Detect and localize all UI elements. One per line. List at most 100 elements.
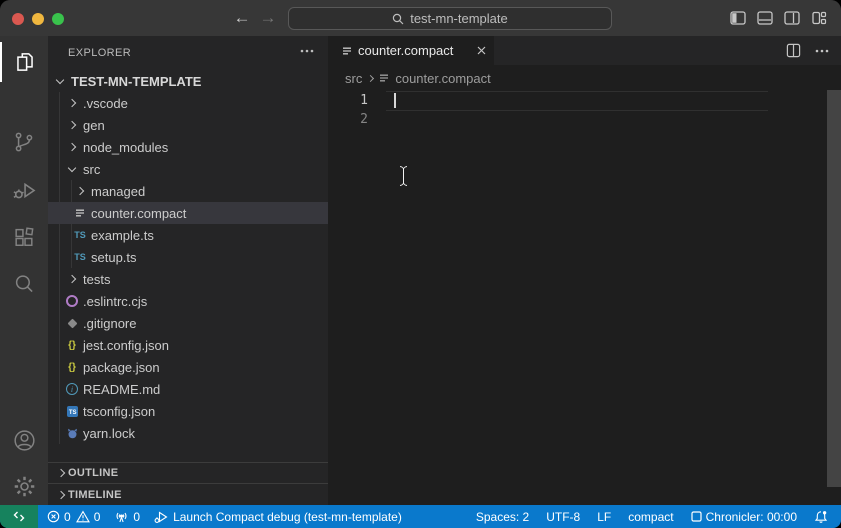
tree-item-gen[interactable]: gen — [48, 114, 328, 136]
chevron-right-icon — [64, 95, 80, 111]
toggle-primary-sidebar-icon[interactable] — [730, 11, 746, 25]
split-editor-icon[interactable] — [786, 43, 801, 58]
indentation-indicator[interactable]: Spaces: 2 — [476, 510, 529, 524]
debug-launch-button[interactable]: Launch Compact debug (test-mn-template) — [154, 510, 402, 524]
warning-icon — [76, 510, 90, 523]
tree-item-src[interactable]: src — [48, 158, 328, 180]
debug-icon — [11, 177, 38, 204]
explorer-header: EXPLORER — [48, 36, 328, 70]
extensions-icon — [12, 226, 37, 251]
tree-item-example-ts[interactable]: TSexample.ts — [48, 224, 328, 246]
json-icon: {} — [64, 359, 80, 375]
code-line: 1 — [328, 91, 841, 110]
debug-start-icon — [154, 510, 169, 524]
tree-item-node-modules[interactable]: node_modules — [48, 136, 328, 158]
toggle-secondary-sidebar-icon[interactable] — [784, 11, 800, 25]
activity-bar — [0, 36, 48, 505]
settings-button[interactable] — [0, 466, 48, 506]
accounts-button[interactable] — [0, 420, 48, 460]
tree-item-eslintrc[interactable]: .eslintrc.cjs — [48, 290, 328, 312]
search-tab[interactable] — [0, 264, 48, 304]
tree-item-root[interactable]: TEST-MN-TEMPLATE — [48, 70, 328, 92]
tree-item-package-json[interactable]: {}package.json — [48, 356, 328, 378]
tree-item-label: src — [83, 162, 100, 177]
remote-icon — [12, 510, 26, 523]
tree-item-label: example.ts — [91, 228, 154, 243]
language-mode-indicator[interactable]: compact — [628, 510, 673, 524]
encoding-indicator[interactable]: UTF-8 — [546, 510, 580, 524]
gear-icon — [11, 473, 38, 500]
more-actions-icon[interactable] — [815, 48, 829, 54]
file-tree: TEST-MN-TEMPLATE .vscode gen node_module… — [48, 70, 328, 444]
forwarded-ports[interactable]: 0 — [114, 510, 140, 524]
tree-item-label: gen — [83, 118, 105, 133]
customize-layout-icon[interactable] — [811, 11, 827, 25]
tree-item-counter-compact[interactable]: counter.compact — [48, 202, 328, 224]
extensions-tab[interactable] — [0, 218, 48, 258]
tree-item-tests[interactable]: tests — [48, 268, 328, 290]
line-number: 1 — [328, 91, 368, 110]
search-icon — [11, 271, 37, 297]
editor-scrollbar[interactable] — [827, 90, 841, 487]
tree-item-readme[interactable]: iREADME.md — [48, 378, 328, 400]
close-window-button[interactable] — [12, 13, 24, 25]
tree-item-label: README.md — [83, 382, 160, 397]
json-icon: {} — [64, 337, 80, 353]
tree-item-setup-ts[interactable]: TSsetup.ts — [48, 246, 328, 268]
tree-item-label: counter.compact — [91, 206, 186, 221]
problems-warnings[interactable]: 0 — [76, 510, 101, 524]
tree-item-vscode[interactable]: .vscode — [48, 92, 328, 114]
navigate-forward-button[interactable]: → — [256, 6, 280, 30]
tree-item-label: managed — [91, 184, 145, 199]
source-control-icon — [11, 129, 37, 155]
tree-item-label: setup.ts — [91, 250, 137, 265]
default-file-icon — [72, 205, 88, 221]
problems-errors[interactable]: 0 — [47, 510, 71, 524]
navigate-back-button[interactable]: ← — [230, 6, 254, 30]
timeline-title: TIMELINE — [68, 489, 122, 501]
debug-launch-label: Launch Compact debug (test-mn-template) — [173, 510, 402, 524]
source-control-tab[interactable] — [0, 122, 48, 162]
typescript-icon: TS — [72, 227, 88, 243]
line-number: 2 — [328, 110, 368, 129]
run-and-debug-tab[interactable] — [0, 170, 48, 210]
explorer-tab[interactable] — [0, 42, 50, 82]
chevron-right-icon — [72, 183, 88, 199]
chevron-down-icon — [64, 161, 80, 177]
tree-item-gitignore[interactable]: .gitignore — [48, 312, 328, 334]
tab-counter-compact[interactable]: counter.compact — [328, 36, 494, 65]
tree-item-managed[interactable]: managed — [48, 180, 328, 202]
tree-item-tsconfig[interactable]: TStsconfig.json — [48, 400, 328, 422]
chronicler-status[interactable]: Chronicler: 00:00 — [691, 510, 797, 524]
minimize-window-button[interactable] — [32, 13, 44, 25]
views-and-more-actions-icon[interactable] — [300, 48, 314, 54]
zoom-window-button[interactable] — [52, 13, 64, 25]
outline-section-header[interactable]: OUTLINE — [48, 462, 328, 483]
editor-group: counter.compact src counter.compact 1 2 — [328, 36, 841, 505]
yarn-icon — [64, 425, 80, 441]
chevron-right-icon — [64, 139, 80, 155]
eol-indicator[interactable]: LF — [597, 510, 611, 524]
breadcrumb-file[interactable]: counter.compact — [395, 71, 490, 86]
tree-item-label: TEST-MN-TEMPLATE — [71, 74, 201, 89]
command-center-search[interactable]: test-mn-template — [288, 7, 612, 30]
tab-label: counter.compact — [358, 43, 453, 58]
text-cursor — [394, 93, 396, 108]
tree-item-jest-config[interactable]: {}jest.config.json — [48, 334, 328, 356]
code-area[interactable]: 1 2 — [328, 91, 841, 505]
typescript-icon: TS — [72, 249, 88, 265]
ports-count: 0 — [133, 510, 140, 524]
default-file-icon — [379, 73, 389, 83]
notifications-bell[interactable] — [814, 510, 828, 524]
breadcrumb-folder[interactable]: src — [345, 71, 362, 86]
tree-item-yarn-lock[interactable]: yarn.lock — [48, 422, 328, 444]
timeline-section-header[interactable]: TIMELINE — [48, 483, 328, 505]
radio-tower-icon — [114, 510, 129, 524]
status-bar: 0 0 0 Launch Compact debug (test-mn-temp… — [0, 505, 841, 528]
tree-item-label: node_modules — [83, 140, 168, 155]
error-icon — [47, 510, 60, 523]
toggle-panel-icon[interactable] — [757, 11, 773, 25]
close-tab-icon[interactable] — [477, 46, 486, 55]
remote-indicator[interactable] — [0, 505, 38, 528]
bell-dot-icon — [814, 510, 828, 524]
